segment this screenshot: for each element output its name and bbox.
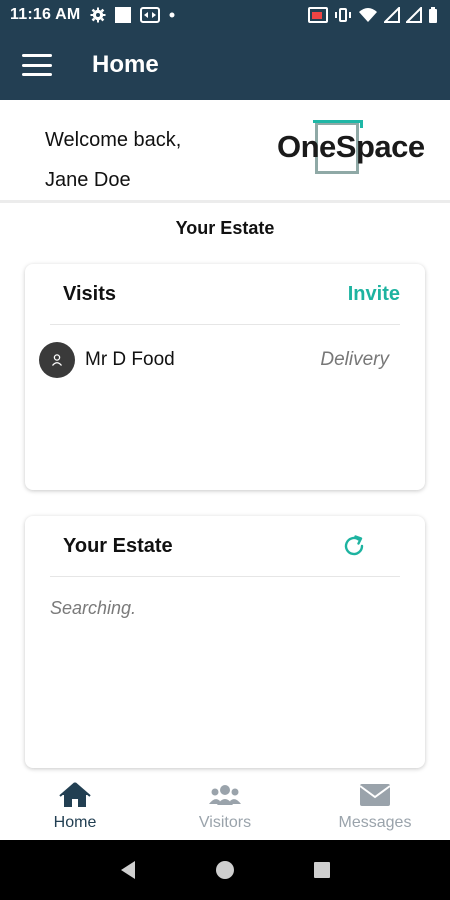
visits-title: Visits xyxy=(63,282,116,305)
nav-visitors[interactable]: Visitors xyxy=(150,774,300,832)
envelope-icon xyxy=(359,780,391,810)
welcome-line: Welcome back, xyxy=(45,129,182,151)
invite-button[interactable]: Invite xyxy=(348,283,400,306)
nav-home[interactable]: Home xyxy=(0,774,150,832)
recents-icon[interactable] xyxy=(302,850,342,890)
nav-messages[interactable]: Messages xyxy=(300,774,450,832)
signal-icon xyxy=(384,7,400,23)
nav-visitors-label: Visitors xyxy=(198,814,252,831)
person-icon xyxy=(39,342,75,378)
home-icon xyxy=(59,780,91,810)
system-nav-bar xyxy=(0,840,450,900)
cast-icon xyxy=(308,7,328,23)
back-icon[interactable] xyxy=(108,850,148,890)
status-time: 11:16 AM xyxy=(10,6,81,23)
onespace-logo: OneSpace xyxy=(277,120,432,180)
users-icon xyxy=(208,780,242,810)
logo-text: OneSpace xyxy=(277,129,425,164)
visit-list-item[interactable]: Mr D Food Delivery xyxy=(39,342,389,378)
refresh-icon[interactable] xyxy=(340,532,368,560)
visits-card-header: Visits Invite xyxy=(50,264,400,325)
estate-card: Your Estate Searching. xyxy=(25,516,425,768)
home-circle-icon[interactable] xyxy=(205,850,245,890)
welcome-section: Welcome back, Jane Doe OneSpace xyxy=(0,100,450,203)
signal-icon-2 xyxy=(406,7,422,23)
logo-frame-accent xyxy=(313,120,363,128)
section-title: Your Estate xyxy=(175,218,275,238)
estate-title: Your Estate xyxy=(63,534,173,557)
estate-card-header: Your Estate xyxy=(50,516,400,577)
welcome-text: Welcome back, Jane Doe xyxy=(45,120,181,200)
vibrate-icon xyxy=(334,7,352,23)
nav-messages-label: Messages xyxy=(338,814,412,831)
gear-icon xyxy=(90,7,106,23)
visit-type: Delivery xyxy=(320,349,389,370)
user-name: Jane Doe xyxy=(45,169,131,191)
wifi-icon xyxy=(358,7,378,23)
hamburger-menu-icon[interactable] xyxy=(22,54,52,76)
bottom-nav: Home Visitors Messages xyxy=(0,774,450,840)
dot-icon xyxy=(168,11,176,19)
teamviewer-icon xyxy=(140,7,161,23)
visitor-name: Mr D Food xyxy=(85,349,175,370)
white-square-icon xyxy=(114,6,132,24)
estate-status: Searching. xyxy=(50,598,137,618)
page-title: Home xyxy=(92,51,159,78)
visits-card: Visits Invite Mr D Food Delivery xyxy=(25,264,425,490)
app-bar: Home xyxy=(0,30,450,100)
status-bar: 11:16 AM xyxy=(0,0,450,30)
nav-home-label: Home xyxy=(53,814,97,831)
battery-icon xyxy=(428,7,438,23)
